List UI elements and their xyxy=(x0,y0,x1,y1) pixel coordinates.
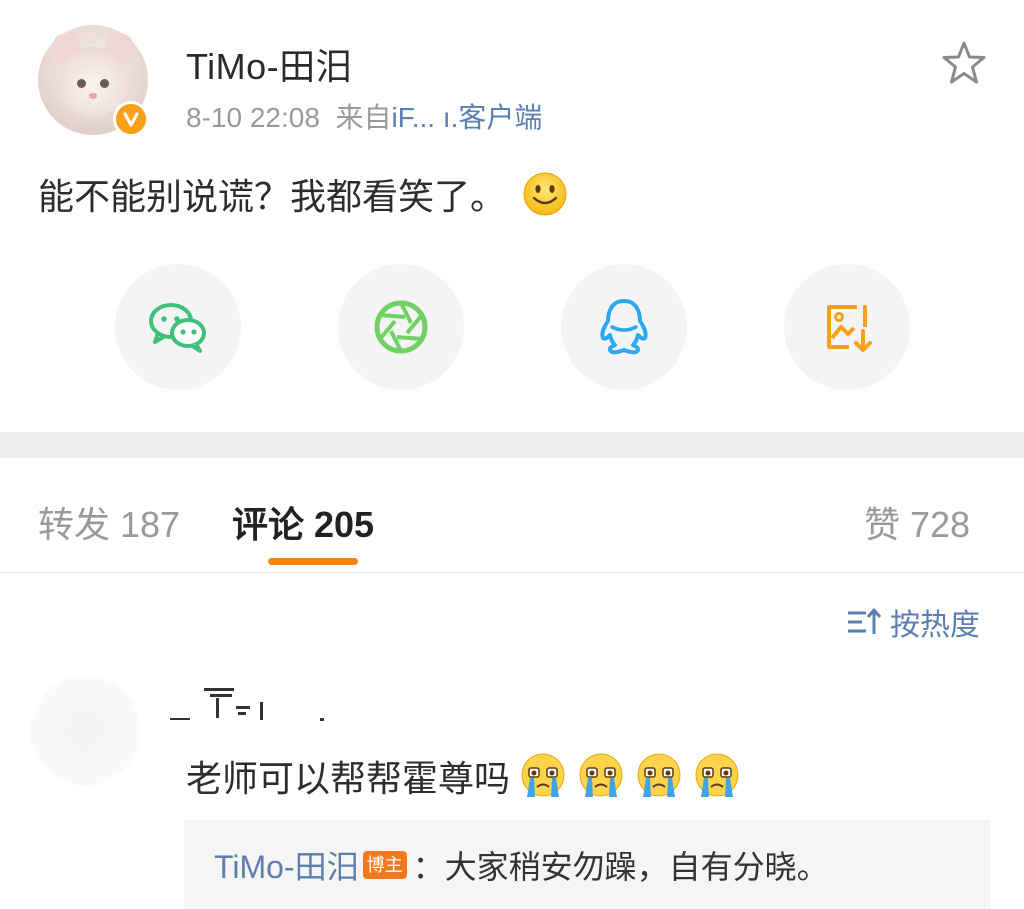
avatar-eye-right xyxy=(100,79,109,88)
tabs-bottom-border xyxy=(0,572,1024,573)
reply-text: 大家稍安勿躁，自有分晓。 xyxy=(444,849,829,885)
share-qq-button[interactable] xyxy=(561,264,687,390)
commenter-avatar[interactable] xyxy=(30,676,140,786)
post-content: 能不能别说谎？我都看笑了。 xyxy=(38,168,568,220)
sort-hot-icon xyxy=(848,608,882,634)
share-moments-button[interactable] xyxy=(338,264,464,390)
sort-label: 按热度 xyxy=(890,609,980,642)
active-tab-indicator xyxy=(268,558,358,565)
crying-emoji-icon xyxy=(521,753,565,797)
tab-comments[interactable]: 评论 205 xyxy=(232,496,374,548)
post-text: 能不能别说谎？我都看笑了。 xyxy=(38,176,507,217)
tab-repost[interactable]: 转发 187 xyxy=(38,496,180,548)
comment-body: 老师可以帮帮霍尊吗 xyxy=(186,750,742,802)
avatar-nose xyxy=(89,93,97,99)
qq-penguin-icon xyxy=(600,299,648,355)
crying-emoji-icon xyxy=(637,753,681,797)
post-source-link[interactable]: iF... ı.客户端 xyxy=(391,102,542,133)
post-username[interactable]: TiMo-田汨 xyxy=(186,38,352,90)
smile-emoji-icon xyxy=(523,172,567,216)
verified-v-badge-icon xyxy=(113,101,149,137)
star-outline-icon[interactable] xyxy=(940,40,988,86)
crying-emoji-icon xyxy=(695,753,739,797)
share-wechat-button[interactable] xyxy=(115,264,241,390)
post-time: 8-10 22:08 xyxy=(186,102,320,133)
reply-separator: ： xyxy=(412,849,445,885)
avatar-eye-left xyxy=(77,79,86,88)
wechat-icon xyxy=(149,303,206,353)
moments-aperture-icon xyxy=(374,300,428,354)
comment-text: 老师可以帮帮霍尊吗 xyxy=(186,758,511,799)
reply-author-link[interactable]: TiMo-田汨 xyxy=(214,842,359,888)
post-meta: 8-10 22:08 来自iF... ı.客户端 xyxy=(186,96,542,136)
reply-line: TiMo-田汨 博主 ： 大家稍安勿躁，自有分晓。 xyxy=(214,842,829,888)
commenter-name-obscured[interactable] xyxy=(170,684,330,728)
section-divider xyxy=(0,432,1024,458)
crying-emoji-icon xyxy=(579,753,623,797)
image-download-icon xyxy=(827,305,872,352)
post-source-prefix: 来自 xyxy=(335,102,392,133)
author-badge: 博主 xyxy=(362,851,407,879)
tab-likes[interactable]: 赞 728 xyxy=(864,496,970,548)
share-save-image-button[interactable] xyxy=(784,264,910,390)
sort-by-hot-button[interactable]: 按热度 xyxy=(846,600,980,644)
